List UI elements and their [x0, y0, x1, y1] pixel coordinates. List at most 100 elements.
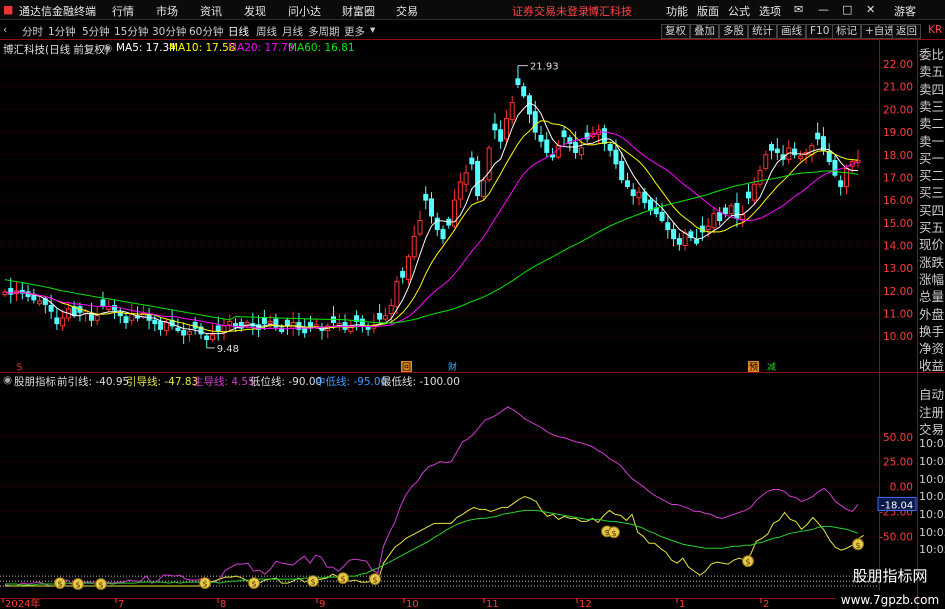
candle-down: [532, 111, 538, 133]
candle-down: [734, 203, 740, 219]
candle-up: [405, 256, 411, 280]
indicator-tick-label: 25.00: [883, 457, 913, 469]
ind-line-guide: [5, 495, 864, 587]
side-tab[interactable]: 买二: [919, 165, 944, 184]
side-tab-lower[interactable]: 10:05: [919, 490, 945, 503]
candle-up: [186, 331, 192, 335]
candle-down: [377, 312, 383, 320]
candle-down: [284, 319, 290, 327]
current-value-label: -18.04: [881, 500, 913, 511]
candle-down: [423, 193, 429, 201]
candle-down: [400, 271, 406, 278]
candle-up: [267, 320, 273, 325]
marker-cai: 财: [448, 361, 457, 373]
side-tab-lower[interactable]: 10:05: [919, 473, 945, 486]
side-tab[interactable]: 卖二: [919, 113, 944, 132]
time-label: 9: [319, 599, 325, 609]
price-tick-label: 18.00: [883, 150, 913, 162]
chart-canvas: 10.0011.0012.0013.0014.0015.0016.0017.00…: [0, 40, 945, 609]
side-tab[interactable]: 买一: [919, 148, 944, 167]
side-tab-lower[interactable]: 10:05: [919, 437, 945, 450]
side-tab[interactable]: 换手: [919, 321, 944, 340]
side-tab[interactable]: 卖三: [919, 96, 944, 115]
coin-symbol-icon: $: [745, 558, 750, 567]
side-tab[interactable]: 卖五: [919, 61, 944, 80]
time-label: 2024年: [5, 597, 40, 609]
candle-down: [54, 317, 60, 325]
coin-symbol-icon: $: [372, 576, 377, 585]
ind-line-lead: [4, 406, 859, 587]
candle-down: [521, 86, 527, 97]
candle-down: [429, 198, 434, 217]
ind-line-main: [5, 509, 859, 586]
candle-up: [509, 102, 515, 121]
side-tab[interactable]: 收益: [919, 355, 944, 374]
candle-up: [394, 281, 400, 308]
candle-down: [745, 191, 751, 199]
candle-down: [475, 161, 481, 197]
price-tick-label: 19.00: [883, 127, 913, 139]
indicator-tick-label: 50.00: [883, 432, 913, 444]
candle-down: [607, 144, 613, 151]
side-tab-lower[interactable]: 交易: [919, 419, 944, 438]
candle-down: [469, 157, 475, 165]
side-tab-lower[interactable]: 注册: [919, 402, 944, 421]
ma20-line: [4, 131, 859, 330]
side-tab-lower[interactable]: 自动: [919, 384, 944, 403]
side-tab[interactable]: 现价: [919, 234, 944, 253]
coin-symbol-icon: $: [57, 580, 62, 589]
price-tick-label: 10.00: [883, 331, 913, 343]
side-tab[interactable]: 净资: [919, 338, 944, 357]
side-tab[interactable]: 卖一: [919, 131, 944, 150]
side-tab-lower[interactable]: 10:05: [919, 526, 945, 539]
candle-down: [722, 207, 728, 215]
low-label: 9.48: [217, 344, 239, 355]
side-tab[interactable]: 卖四: [919, 79, 944, 98]
candle-down: [659, 212, 665, 222]
time-label: 10: [406, 599, 419, 609]
side-tab[interactable]: 买四: [919, 200, 944, 219]
side-tab-lower[interactable]: 10:05: [919, 543, 945, 556]
candle-up: [843, 167, 849, 187]
candle-down: [152, 319, 158, 325]
candle-down: [624, 180, 630, 187]
coin-symbol-icon: $: [611, 529, 616, 538]
time-label: 12: [579, 599, 592, 609]
price-tick-label: 14.00: [883, 240, 913, 252]
side-tab[interactable]: 买五: [919, 217, 944, 236]
price-tick-label: 13.00: [883, 263, 913, 275]
candle-up: [682, 232, 688, 246]
side-tab[interactable]: 外盘: [919, 304, 944, 323]
side-tab[interactable]: 涨幅: [919, 269, 944, 288]
candle-down: [261, 317, 267, 325]
price-tick-label: 20.00: [883, 104, 913, 116]
candle-down: [48, 305, 54, 312]
time-label: 8: [220, 599, 226, 609]
time-label: 7: [118, 599, 124, 609]
candle-up: [106, 306, 112, 310]
candle-up: [457, 181, 463, 200]
price-tick-label: 11.00: [883, 308, 913, 320]
coin-symbol-icon: $: [98, 581, 103, 590]
candle-down: [769, 144, 775, 151]
price-tick-label: 22.00: [883, 59, 913, 71]
side-tab[interactable]: 总量: [919, 286, 944, 305]
price-tick-label: 17.00: [883, 172, 913, 184]
candle-up: [797, 155, 803, 160]
candle-up: [740, 214, 746, 220]
candle-down: [175, 327, 181, 331]
watermark-url: www.7gpzb.com: [841, 593, 939, 607]
candle-up: [711, 213, 717, 228]
side-tab[interactable]: 涨跌: [919, 252, 944, 271]
candle-down: [204, 335, 210, 341]
marker-jian: 减: [767, 361, 776, 373]
candle-down: [642, 191, 648, 203]
price-tick-label: 12.00: [883, 286, 913, 298]
side-tab[interactable]: 买三: [919, 182, 944, 201]
side-tab-lower[interactable]: 10:05: [919, 508, 945, 521]
side-tab[interactable]: 委比: [919, 44, 944, 63]
side-tab-lower[interactable]: 10:05: [919, 455, 945, 468]
candle-down: [544, 139, 550, 153]
coin-symbol-icon: $: [340, 575, 345, 584]
candle-down: [359, 318, 365, 326]
